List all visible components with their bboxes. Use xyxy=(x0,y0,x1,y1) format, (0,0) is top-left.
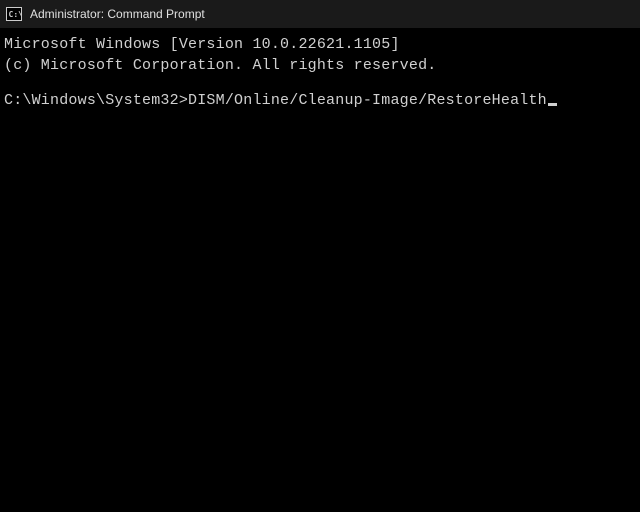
window-titlebar: C:\ Administrator: Command Prompt xyxy=(0,0,640,28)
prompt-line: C:\Windows\System32>DISM/Online/Cleanup-… xyxy=(4,90,636,111)
svg-text:C:\: C:\ xyxy=(9,10,23,19)
command-input[interactable]: DISM/Online/Cleanup-Image/RestoreHealth xyxy=(188,92,547,109)
window-title: Administrator: Command Prompt xyxy=(30,7,205,21)
cmd-icon: C:\ xyxy=(6,6,22,22)
copyright-line: (c) Microsoft Corporation. All rights re… xyxy=(4,55,636,76)
prompt-path: C:\Windows\System32> xyxy=(4,92,188,109)
cursor xyxy=(548,103,557,106)
version-line: Microsoft Windows [Version 10.0.22621.11… xyxy=(4,34,636,55)
terminal-output[interactable]: Microsoft Windows [Version 10.0.22621.11… xyxy=(0,28,640,512)
